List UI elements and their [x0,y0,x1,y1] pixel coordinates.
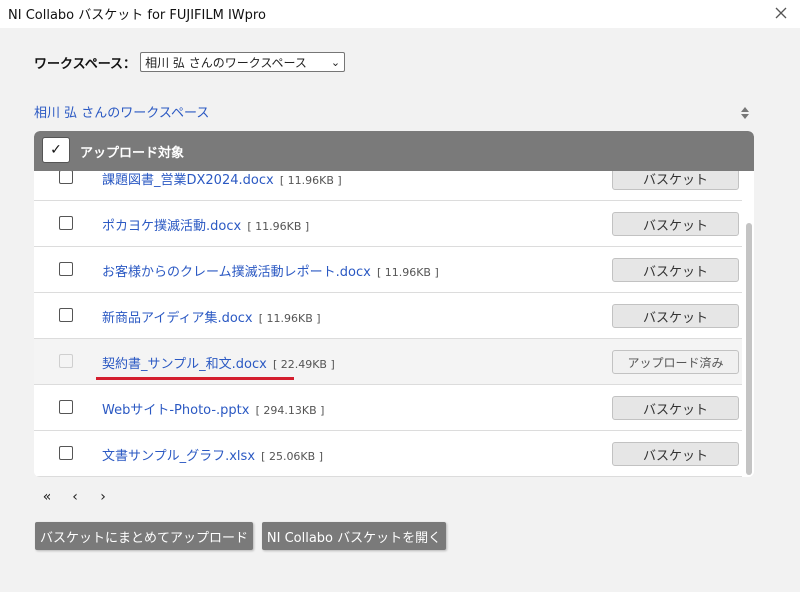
file-row: お客様からのクレーム撲滅活動レポート.docx [ 11.96KB ] バスケッ… [34,247,742,293]
workspace-select[interactable]: 相川 弘 さんのワークスペース ⌄ [140,52,346,72]
file-name: 課題図書_営業DX2024.docx [102,173,274,188]
file-list-panel: ✓ アップロード対象 課題図書_営業DX2024.docx [ 11.96KB … [34,131,754,477]
breadcrumb[interactable]: 相川 弘 さんのワークスペース [34,102,209,121]
uploaded-status-button: アップロード済み [612,350,739,374]
file-size: [ 22.49KB ] [272,358,335,371]
file-size: [ 11.96KB ] [279,174,342,187]
upload-all-button[interactable]: バスケットにまとめてアップロード [35,522,253,550]
file-checkbox[interactable] [59,262,73,276]
file-name: 契約書_サンプル_和文.docx [102,357,267,372]
file-link[interactable]: 契約書_サンプル_和文.docx [ 22.49KB ] [102,353,335,372]
highlight-underline [96,377,294,380]
close-icon[interactable] [770,2,792,24]
file-row: Webサイト-Photo-.pptx [ 294.13KB ] バスケット [34,385,742,431]
workspace-label: ワークスペース： [34,56,137,72]
file-size: [ 11.96KB ] [247,220,310,233]
file-row-uploaded: 契約書_サンプル_和文.docx [ 22.49KB ] アップロード済み [34,339,742,385]
file-checkbox-disabled [59,354,73,368]
basket-button[interactable]: バスケット [612,212,739,236]
file-checkbox[interactable] [59,308,73,322]
file-rows[interactable]: 課題図書_営業DX2024.docx [ 11.96KB ] バスケット ポカヨ… [34,171,742,477]
file-checkbox[interactable] [59,446,73,460]
select-all-checkbox[interactable]: ✓ [42,137,70,163]
basket-button[interactable]: バスケット [612,396,739,420]
file-checkbox[interactable] [59,400,73,414]
file-link[interactable]: 文書サンプル_グラフ.xlsx [ 25.06KB ] [102,445,323,464]
chevron-down-icon: ⌄ [330,55,341,69]
window-title: NI Collabo バスケット for FUJIFILM IWpro [8,8,266,23]
file-row: ポカヨケ撲滅活動.docx [ 11.96KB ] バスケット [34,201,742,247]
file-name: 文書サンプル_グラフ.xlsx [102,449,256,464]
file-link[interactable]: 課題図書_営業DX2024.docx [ 11.96KB ] [102,171,342,188]
basket-button[interactable]: バスケット [612,304,739,328]
prev-page-icon[interactable]: ‹ [68,489,82,505]
title-bar: NI Collabo バスケット for FUJIFILM IWpro [0,0,800,28]
file-size: [ 294.13KB ] [255,404,325,417]
file-row: 新商品アイディア集.docx [ 11.96KB ] バスケット [34,293,742,339]
file-name: ポカヨケ撲滅活動.docx [102,219,242,234]
file-link[interactable]: 新商品アイディア集.docx [ 11.96KB ] [102,307,321,326]
file-row: 課題図書_営業DX2024.docx [ 11.96KB ] バスケット [34,171,742,201]
basket-button[interactable]: バスケット [612,258,739,282]
file-link[interactable]: Webサイト-Photo-.pptx [ 294.13KB ] [102,399,324,418]
basket-button[interactable]: バスケット [612,171,739,190]
file-checkbox[interactable] [59,216,73,230]
file-name: Webサイト-Photo-.pptx [102,403,250,418]
open-basket-button[interactable]: NI Collabo バスケットを開く [262,522,446,550]
file-name: お客様からのクレーム撲滅活動レポート.docx [102,265,371,280]
pagination: « ‹ › [40,489,110,505]
basket-button[interactable]: バスケット [612,442,739,466]
file-link[interactable]: お客様からのクレーム撲滅活動レポート.docx [ 11.96KB ] [102,261,439,280]
scrollbar[interactable] [744,171,754,477]
workspace-select-value: 相川 弘 さんのワークスペース [145,55,307,70]
next-page-icon[interactable]: › [96,489,110,505]
file-link[interactable]: ポカヨケ撲滅活動.docx [ 11.96KB ] [102,215,309,234]
file-size: [ 25.06KB ] [261,450,323,463]
scrollbar-thumb[interactable] [746,223,752,475]
workspace-row: ワークスペース： 相川 弘 さんのワークスペース ⌄ [34,52,346,72]
file-row: 文書サンプル_グラフ.xlsx [ 25.06KB ] バスケット [34,431,742,477]
file-checkbox[interactable] [59,171,73,184]
first-page-icon[interactable]: « [40,489,54,505]
file-size: [ 11.96KB ] [258,312,321,325]
file-size: [ 11.96KB ] [376,266,439,279]
file-name: 新商品アイディア集.docx [102,311,253,326]
panel-header: ✓ アップロード対象 [34,131,754,171]
sort-icon[interactable] [739,106,751,120]
panel-header-label: アップロード対象 [80,146,185,161]
